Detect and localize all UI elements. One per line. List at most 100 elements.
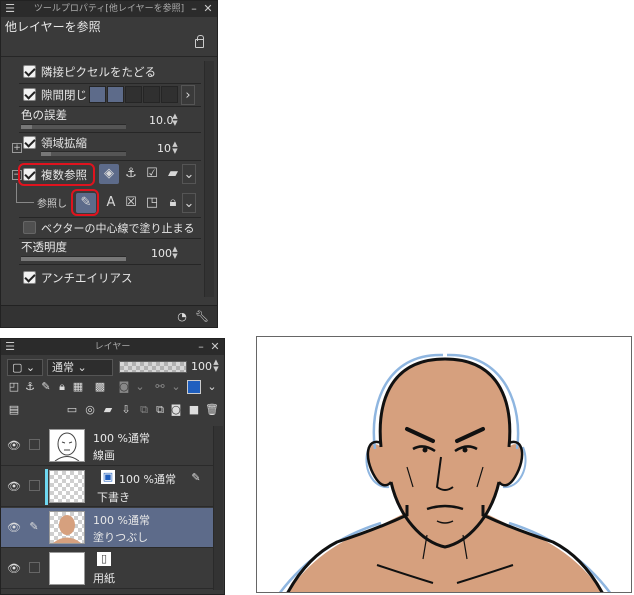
scrollbar[interactable] xyxy=(204,61,214,297)
area-scaling-checkbox[interactable] xyxy=(23,136,36,149)
layer-list-icon[interactable]: ▤ xyxy=(7,403,21,417)
new-raster-icon[interactable]: ▭ xyxy=(65,403,79,417)
folder-icon[interactable]: ▰ xyxy=(163,164,183,184)
chevron-down-icon[interactable]: ⌄ xyxy=(182,193,196,213)
chevron-right-icon[interactable]: › xyxy=(181,85,195,105)
chevron-down-icon[interactable]: ⌄ xyxy=(133,380,147,394)
spin-icon[interactable]: ▲ ▼ xyxy=(171,113,179,127)
spin-icon[interactable]: ▲ ▼ xyxy=(171,246,179,260)
gap-size-1[interactable] xyxy=(89,86,106,103)
divider xyxy=(19,160,201,161)
layer-thumbnail xyxy=(49,429,85,462)
color-tolerance-value[interactable]: 10.0 xyxy=(149,114,174,127)
divider xyxy=(19,217,201,218)
apply-mask-icon[interactable]: ■ xyxy=(187,403,201,417)
new-folder-icon[interactable]: ▰ xyxy=(101,403,115,417)
wrench-icon[interactable]: 🔧︎ xyxy=(195,310,209,324)
minimize-icon[interactable]: – xyxy=(194,339,208,355)
transfer-icon[interactable]: ⇩ xyxy=(119,403,133,417)
reference-icon[interactable]: ⚓ xyxy=(23,380,37,394)
layer-title: レイヤー xyxy=(94,342,131,352)
layer-row-sketch[interactable]: 👁︎ ▣ 100 %通常 ✎ 下書き xyxy=(1,467,213,507)
tool-name: 他レイヤーを参照 xyxy=(5,20,101,34)
exclude-edit-icon[interactable]: ☒ xyxy=(121,193,141,213)
eye-icon[interactable]: 👁︎ xyxy=(7,521,21,534)
expand-icon[interactable]: + xyxy=(12,143,22,153)
layer-color-dropdown[interactable]: ▢ ⌄ xyxy=(7,359,43,376)
layer-name: 用紙 xyxy=(93,572,115,585)
eye-icon[interactable]: 👁︎ xyxy=(7,562,21,575)
reference-layer-icon[interactable]: ⚓ xyxy=(121,164,141,184)
area-scaling-value[interactable]: 10 xyxy=(157,142,171,155)
layer-titlebar: ☰ レイヤー – ✕ xyxy=(1,339,224,355)
canvas[interactable] xyxy=(256,336,632,593)
gap-size-4[interactable] xyxy=(143,86,160,103)
adjacent-pixels-checkbox[interactable] xyxy=(23,65,36,78)
area-scaling-slider[interactable] xyxy=(41,151,126,156)
antialias-checkbox[interactable] xyxy=(23,271,36,284)
lock-transparent-icon[interactable]: ▦ xyxy=(71,380,85,394)
gap-size-2[interactable] xyxy=(107,86,124,103)
trash-icon[interactable]: 🗑︎ xyxy=(205,403,219,417)
ruler-icon[interactable]: ◙ xyxy=(117,380,131,394)
reference-exclude-icon[interactable]: ✎ xyxy=(189,471,203,485)
layer-name: 塗りつぶし xyxy=(93,531,149,544)
menu-icon[interactable]: ☰ xyxy=(3,1,17,17)
eye-icon[interactable]: 👁︎ xyxy=(7,439,21,452)
opacity-value[interactable]: 100 xyxy=(151,247,172,260)
layer-color-tag xyxy=(45,469,48,505)
layer-opacity-value[interactable]: 100 xyxy=(191,360,212,373)
new-vector-icon[interactable]: ◎ xyxy=(83,403,97,417)
layer-mode: 100 %通常 xyxy=(93,432,150,445)
layer-row-fill[interactable]: 👁︎ ✎ 100 %通常 塗りつぶし xyxy=(1,508,213,548)
merge-icon[interactable]: ⧉ xyxy=(137,403,151,417)
layer-lock-box[interactable] xyxy=(29,480,40,491)
eye-icon[interactable]: 👁︎ xyxy=(7,480,21,493)
opacity-bar[interactable] xyxy=(119,361,187,373)
chevron-down-icon[interactable]: ⌄ xyxy=(169,380,183,394)
exclude-text-icon[interactable]: A xyxy=(101,193,121,213)
lock-icon[interactable]: 🔒︎ xyxy=(55,380,69,394)
combine-icon[interactable]: ⧉ xyxy=(153,403,167,417)
gap-size-3[interactable] xyxy=(125,86,142,103)
layer-thumbnail xyxy=(49,552,85,585)
gap-size-5[interactable] xyxy=(161,86,178,103)
layer-lock-box[interactable] xyxy=(29,439,40,450)
paper-icon: ▯ xyxy=(97,552,111,566)
close-gap-checkbox[interactable] xyxy=(23,88,36,101)
exclude-paper-icon[interactable]: ◳ xyxy=(142,193,162,213)
spin-icon[interactable]: ▲ ▼ xyxy=(212,359,220,373)
layer-color-icon[interactable] xyxy=(187,380,201,394)
selected-layers-icon[interactable]: ☑ xyxy=(142,164,162,184)
clip-icon[interactable]: ◰ xyxy=(7,380,21,394)
opacity-slider[interactable] xyxy=(21,256,126,261)
draft-icon[interactable]: ✎ xyxy=(39,380,53,394)
mask-add-icon[interactable]: ◙ xyxy=(169,403,183,417)
tree-line xyxy=(16,183,17,203)
mask-icon[interactable]: ▩ xyxy=(93,380,107,394)
layer-scrollbar[interactable] xyxy=(213,426,223,590)
lock-icon[interactable] xyxy=(195,35,204,48)
chevron-down-icon[interactable]: ⌄ xyxy=(182,164,196,184)
blend-mode-dropdown[interactable]: 通常 ⌄ xyxy=(47,359,113,376)
all-layers-icon[interactable]: ◈ xyxy=(99,164,119,184)
vector-center-label: ベクターの中心線で塗り止まる xyxy=(41,222,195,235)
layer-mode: 100 %通常 xyxy=(93,514,150,527)
menu-icon[interactable]: ☰ xyxy=(3,339,17,355)
reset-icon[interactable]: ◔ xyxy=(175,310,189,324)
color-tolerance-slider[interactable] xyxy=(21,124,126,129)
close-icon[interactable]: ✕ xyxy=(208,339,222,355)
spin-icon[interactable]: ▲ ▼ xyxy=(171,141,179,155)
exclude-locked-icon[interactable]: 🔒︎ xyxy=(163,193,183,213)
layer-panel: ☰ レイヤー – ✕ ▢ ⌄ 通常 ⌄ 100 ▲ ▼ ◰ ⚓ ✎ 🔒︎ ▦ ▩ … xyxy=(0,338,225,595)
minimize-icon[interactable]: – xyxy=(187,1,201,17)
layer-row-paper[interactable]: 👁︎ ▯ 用紙 xyxy=(1,549,213,589)
pen-icon[interactable]: ⚯ xyxy=(153,380,167,394)
vector-center-checkbox[interactable] xyxy=(23,221,36,234)
layer-row-lineart[interactable]: 👁︎ 100 %通常 線画 xyxy=(1,426,213,466)
close-icon[interactable]: ✕ xyxy=(201,1,215,17)
layer-lock-box[interactable] xyxy=(29,562,40,573)
highlight-ring-multi-reference xyxy=(18,163,95,186)
divider xyxy=(19,83,201,84)
chevron-down-icon[interactable]: ⌄ xyxy=(205,380,219,394)
